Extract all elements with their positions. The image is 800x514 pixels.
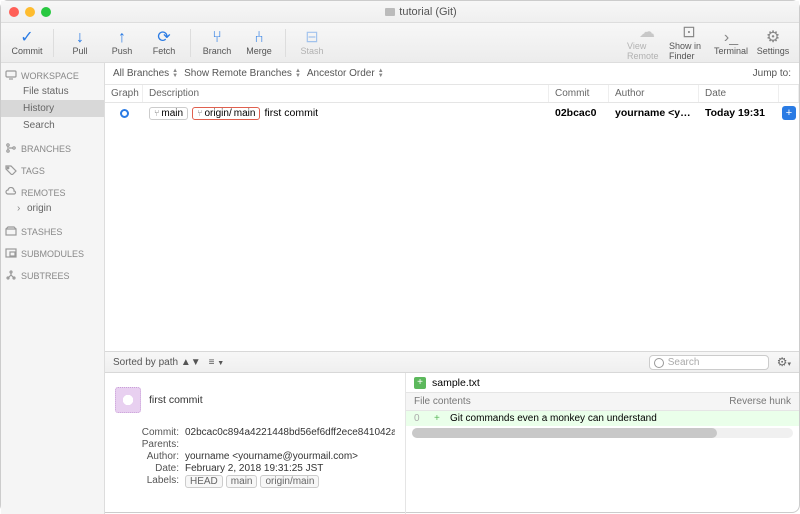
traffic-lights [9, 7, 51, 17]
commit-message: first commit [264, 107, 318, 119]
commit-button[interactable]: ✓Commit [7, 24, 47, 62]
branch-tag-main[interactable]: ⑂main [149, 107, 188, 120]
files-toolbar: Sorted by path ▲▼ ≡ ▼ Search ⚙▾ [105, 351, 799, 373]
col-description[interactable]: Description [143, 85, 549, 102]
commit-row[interactable]: ⑂main ⑂origin/main first commit 02bcac0 … [105, 103, 799, 123]
submodule-icon [5, 248, 17, 258]
reverse-hunk-button[interactable]: Reverse hunk [729, 396, 791, 407]
filter-bar: All Branches▲▼ Show Remote Branches▲▼ An… [105, 63, 799, 85]
remote-filter-dropdown[interactable]: Show Remote Branches▲▼ [184, 68, 301, 79]
sidebar-item-search[interactable]: Search [1, 117, 104, 134]
graph-node-icon [120, 109, 129, 118]
detail-commit-message: first commit [149, 394, 203, 406]
commit-date: Today 19:31 [699, 107, 779, 119]
commit-list: ⑂main ⑂origin/main first commit 02bcac0 … [105, 103, 799, 351]
push-button[interactable]: ↑Push [102, 24, 142, 62]
close-window-button[interactable] [9, 7, 19, 17]
file-row[interactable]: + sample.txt [406, 373, 799, 393]
sidebar-section-subtrees[interactable]: SUBTREES [1, 267, 104, 283]
terminal-button[interactable]: ›_Terminal [711, 24, 751, 62]
jump-to-label: Jump to: [753, 68, 791, 79]
sidebar-section-workspace[interactable]: WORKSPACE [1, 67, 104, 83]
branch-button[interactable]: ⑂Branch [197, 24, 237, 62]
window-title: tutorial (Git) [51, 6, 791, 18]
sidebar-item-file-status[interactable]: File status [1, 83, 104, 100]
sidebar-remote-origin[interactable]: origin [1, 200, 104, 217]
stash-icon [5, 226, 17, 236]
cloud-icon [5, 187, 17, 197]
view-mode-dropdown[interactable]: ≡ ▼ [209, 357, 225, 368]
diff-line: 0 + Git commands even a monkey can under… [406, 411, 799, 426]
diff-panel: + sample.txt File contents Reverse hunk … [405, 373, 799, 514]
sidebar-item-history[interactable]: History [1, 100, 104, 117]
commit-detail: first commit Commit:02bcac0c894a4221448b… [105, 373, 405, 514]
hunk-header: File contents Reverse hunk [406, 393, 799, 411]
column-headers: Graph Description Commit Author Date [105, 85, 799, 103]
detail-date: February 2, 2018 19:31:25 JST [185, 463, 395, 474]
sidebar-section-stashes[interactable]: STASHES [1, 223, 104, 239]
fetch-button[interactable]: ⟳Fetch [144, 24, 184, 62]
commit-author: yourname <you… [609, 107, 699, 119]
order-dropdown[interactable]: Ancestor Order▲▼ [307, 68, 384, 79]
col-author[interactable]: Author [609, 85, 699, 102]
col-add [779, 85, 799, 102]
gear-icon[interactable]: ⚙▾ [777, 355, 791, 369]
folder-icon [385, 8, 395, 16]
main-panel: All Branches▲▼ Show Remote Branches▲▼ An… [105, 63, 799, 514]
detail-commit-hash: 02bcac0c894a4221448bd56ef6dff2ece841042a… [185, 427, 395, 438]
detail-labels: HEADmainorigin/main [185, 475, 395, 488]
view-remote-button[interactable]: ☁View Remote [627, 24, 667, 62]
search-input[interactable]: Search [649, 355, 769, 370]
zoom-window-button[interactable] [41, 7, 51, 17]
stash-button[interactable]: ⊟Stash [292, 24, 332, 62]
detail-panel: first commit Commit:02bcac0c894a4221448b… [105, 373, 799, 514]
col-commit[interactable]: Commit [549, 85, 609, 102]
detail-parents [185, 439, 395, 450]
col-date[interactable]: Date [699, 85, 779, 102]
settings-button[interactable]: ⚙Settings [753, 24, 793, 62]
plus-icon: + [414, 377, 426, 389]
col-graph[interactable]: Graph [105, 85, 143, 102]
sidebar: WORKSPACE File status History Search BRA… [1, 63, 105, 514]
show-in-finder-button[interactable]: ⊡Show in Finder [669, 24, 709, 62]
minimize-window-button[interactable] [25, 7, 35, 17]
branch-tag-origin-main[interactable]: ⑂origin/main [192, 107, 260, 120]
detail-author: yourname <yourname@yourmail.com> [185, 451, 395, 462]
branch-icon [5, 143, 17, 153]
sidebar-section-submodules[interactable]: SUBMODULES [1, 245, 104, 261]
add-icon[interactable]: + [782, 106, 796, 120]
monitor-icon [5, 70, 17, 80]
sort-dropdown[interactable]: Sorted by path ▲▼ [113, 357, 201, 368]
avatar [115, 387, 141, 413]
sidebar-section-tags[interactable]: TAGS [1, 162, 104, 178]
horizontal-scrollbar[interactable] [412, 428, 793, 438]
sidebar-section-remotes[interactable]: REMOTES [1, 184, 104, 200]
sidebar-section-branches[interactable]: BRANCHES [1, 140, 104, 156]
subtree-icon [5, 270, 17, 280]
titlebar: tutorial (Git) [1, 1, 799, 23]
commit-hash: 02bcac0 [549, 107, 609, 119]
tag-icon [5, 165, 17, 175]
merge-button[interactable]: ⑃Merge [239, 24, 279, 62]
toolbar: ✓Commit ↓Pull ↑Push ⟳Fetch ⑂Branch ⑃Merg… [1, 23, 799, 63]
file-name: sample.txt [432, 377, 480, 389]
pull-button[interactable]: ↓Pull [60, 24, 100, 62]
branch-filter-dropdown[interactable]: All Branches▲▼ [113, 68, 178, 79]
